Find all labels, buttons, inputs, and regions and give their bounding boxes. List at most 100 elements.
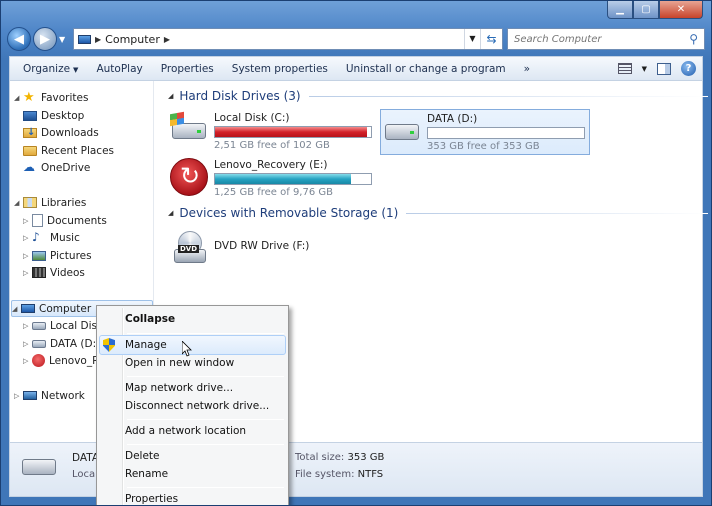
collapsed-arrow-icon[interactable]: ▷	[23, 322, 32, 330]
menu-item-properties[interactable]: Properties	[99, 489, 286, 505]
nav-item-desktop[interactable]: Desktop	[23, 107, 84, 124]
hard-drive-icon	[170, 111, 210, 147]
nav-item-onedrive[interactable]: ☁ OneDrive	[23, 159, 90, 176]
nav-item-local-disk[interactable]: ▷ Local Disk	[23, 317, 103, 334]
system-properties-button[interactable]: System properties	[223, 63, 337, 75]
drive-local-disk-c[interactable]: Local Disk (C:) 2,51 GB free of 102 GB	[170, 111, 372, 151]
search-box[interactable]: ⚲	[507, 28, 705, 50]
nav-item-documents[interactable]: ▷ Documents	[23, 212, 107, 229]
menu-item-collapse[interactable]: Collapse	[99, 309, 286, 329]
recent-places-icon	[23, 145, 37, 156]
help-icon[interactable]: ?	[681, 61, 696, 76]
local-disk-icon	[32, 321, 46, 330]
usage-bar	[214, 126, 372, 138]
back-button[interactable]: ◀	[7, 27, 31, 51]
breadcrumb-computer[interactable]: Computer	[105, 33, 160, 46]
collapsed-arrow-icon[interactable]: ▷	[23, 252, 32, 260]
menu-item-open-new-window[interactable]: Open in new window	[99, 353, 286, 373]
nav-favorites[interactable]: ◢ ★ Favorites	[14, 89, 88, 106]
menu-item-rename[interactable]: Rename	[99, 464, 286, 484]
cloud-icon: ☁	[23, 160, 35, 174]
pictures-icon	[32, 250, 46, 261]
nav-item-recent-places[interactable]: Recent Places	[23, 142, 114, 159]
total-size-info: Total size: 353 GB	[295, 452, 385, 463]
menu-item-add-network-location[interactable]: Add a network location	[99, 421, 286, 441]
command-bar: Organize ▼ AutoPlay Properties System pro…	[9, 56, 703, 80]
drive-dvd-f[interactable]: DVD DVD RW Drive (F:)	[170, 229, 309, 265]
expand-arrow-icon[interactable]: ◢	[14, 199, 23, 207]
address-bar[interactable]: ▶ Computer ▶ ▼ ⇆	[73, 28, 503, 50]
uac-shield-icon	[103, 338, 115, 352]
menu-item-disconnect-network-drive[interactable]: Disconnect network drive...	[99, 396, 286, 416]
expand-arrow-icon[interactable]: ◢	[12, 305, 21, 313]
expand-arrow-icon[interactable]: ◢	[14, 94, 23, 102]
dvd-drive-icon: DVD	[170, 229, 210, 265]
change-view-icon[interactable]	[617, 63, 632, 74]
address-dropdown-icon[interactable]: ▼	[464, 29, 480, 49]
recovery-drive-icon	[170, 158, 210, 196]
autoplay-button[interactable]: AutoPlay	[87, 63, 151, 75]
recent-pages-dropdown[interactable]: ▼	[59, 35, 69, 44]
documents-icon	[32, 214, 43, 227]
properties-button[interactable]: Properties	[152, 63, 223, 75]
organize-button[interactable]: Organize ▼	[14, 63, 87, 75]
recovery-icon	[32, 354, 45, 367]
desktop-icon	[23, 110, 37, 121]
collapsed-arrow-icon[interactable]: ▷	[23, 269, 32, 277]
nav-item-data-d[interactable]: ▷ DATA (D:)	[23, 335, 100, 352]
more-commands-button[interactable]: »	[515, 63, 539, 75]
caption-buttons: ▁ ▢ ✕	[607, 1, 703, 21]
context-menu: Collapse Manage Open in new window Map n…	[96, 305, 289, 505]
collapsed-arrow-icon[interactable]: ▷	[23, 357, 32, 365]
uninstall-program-button[interactable]: Uninstall or change a program	[337, 63, 515, 75]
usage-bar-fill	[215, 127, 368, 137]
collapsed-arrow-icon[interactable]: ▷	[14, 392, 23, 400]
collapsed-arrow-icon[interactable]: ▷	[23, 217, 32, 225]
libraries-icon	[23, 197, 37, 208]
windows-logo-icon	[170, 111, 184, 127]
breadcrumb-separator-icon[interactable]: ▶	[95, 35, 101, 44]
star-icon: ★	[23, 90, 35, 105]
nav-item-pictures[interactable]: ▷ Pictures	[23, 247, 92, 264]
explorer-window: ▁ ▢ ✕ ◀ ▶ ▼ ▶ Computer ▶ ▼ ⇆ ⚲ Organize▼…	[0, 0, 712, 506]
drive-lenovo-recovery-e[interactable]: Lenovo_Recovery (E:) 1,25 GB free of 9,7…	[170, 158, 372, 198]
chevron-down-icon: ▼	[73, 65, 79, 74]
data-disk-icon	[32, 339, 46, 348]
collapsed-arrow-icon[interactable]: ▷	[23, 234, 32, 242]
preview-pane-icon[interactable]	[657, 62, 671, 75]
search-icon[interactable]: ⚲	[689, 32, 698, 46]
collapsed-arrow-icon[interactable]: ▷	[23, 340, 32, 348]
nav-item-videos[interactable]: ▷ Videos	[23, 264, 85, 281]
nav-libraries[interactable]: ◢ Libraries	[14, 194, 86, 211]
computer-icon	[21, 304, 35, 313]
hard-disk-group-header[interactable]: ◢ Hard Disk Drives (3)	[168, 89, 708, 103]
menu-item-map-network-drive[interactable]: Map network drive...	[99, 378, 286, 398]
nav-item-music[interactable]: ▷ ♪ Music	[23, 229, 80, 246]
menu-item-delete[interactable]: Delete	[99, 446, 286, 466]
hard-drive-icon	[22, 459, 56, 475]
forward-button[interactable]: ▶	[33, 27, 57, 51]
collapse-arrow-icon[interactable]: ◢	[168, 209, 173, 217]
videos-icon	[32, 267, 46, 278]
hard-drive-icon	[383, 112, 423, 148]
downloads-icon	[23, 127, 37, 138]
file-system-info: File system: NTFS	[295, 469, 384, 480]
search-input[interactable]	[514, 33, 690, 45]
computer-icon	[78, 34, 91, 44]
drive-data-d[interactable]: DATA (D:) 353 GB free of 353 GB	[380, 109, 590, 155]
music-icon: ♪	[32, 230, 40, 244]
minimize-button[interactable]: ▁	[607, 1, 633, 19]
refresh-icon[interactable]: ⇆	[480, 29, 502, 49]
breadcrumb-separator-icon[interactable]: ▶	[164, 35, 170, 44]
view-dropdown-icon[interactable]: ▼	[642, 65, 647, 73]
close-button[interactable]: ✕	[659, 1, 703, 19]
menu-item-manage[interactable]: Manage	[99, 335, 286, 355]
collapse-arrow-icon[interactable]: ◢	[168, 92, 173, 100]
maximize-button[interactable]: ▢	[633, 1, 659, 19]
usage-bar	[427, 127, 585, 139]
nav-item-lenovo-recovery[interactable]: ▷ Lenovo_Re	[23, 352, 105, 369]
nav-item-downloads[interactable]: Downloads	[23, 124, 99, 141]
nav-network[interactable]: ▷ Network	[14, 387, 85, 404]
removable-group-header[interactable]: ◢ Devices with Removable Storage (1)	[168, 206, 708, 220]
network-icon	[23, 391, 37, 400]
